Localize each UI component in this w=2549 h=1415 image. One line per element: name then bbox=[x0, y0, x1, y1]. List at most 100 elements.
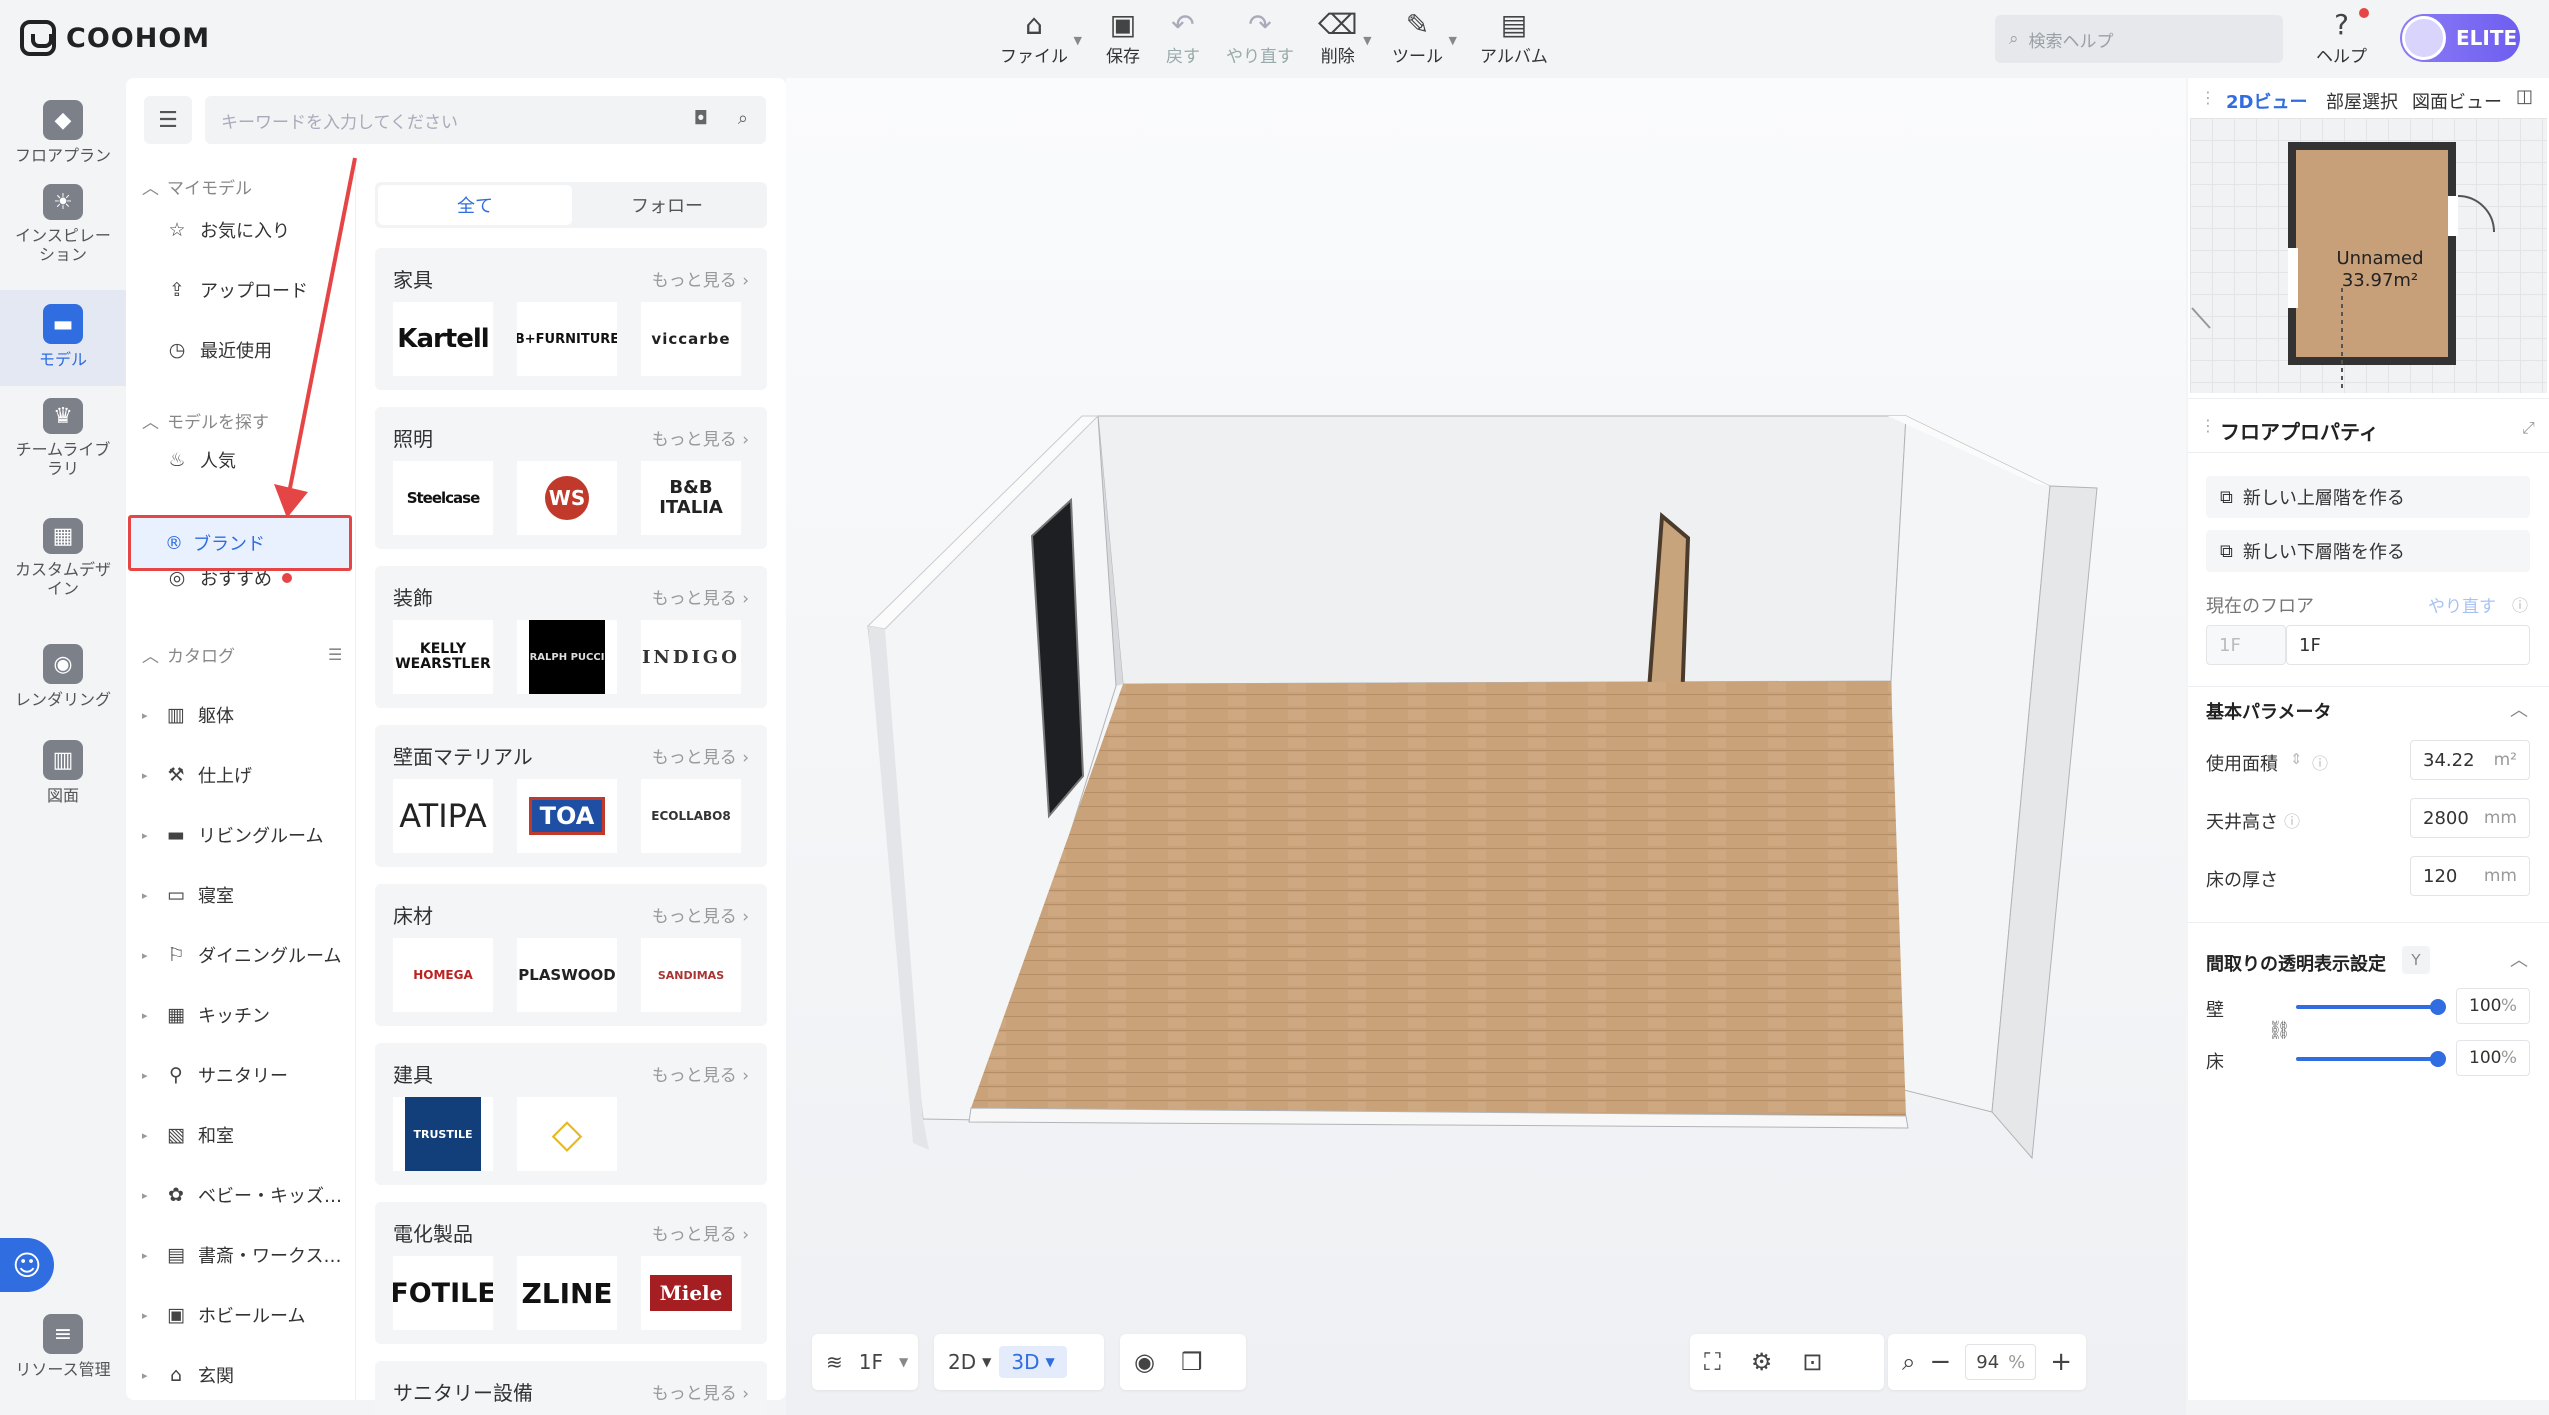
brand-logo[interactable]: TOA bbox=[517, 779, 617, 853]
redo-button[interactable]: ↷ やり直す bbox=[1226, 8, 1294, 68]
catalog-item[interactable]: ▸ ▬ リビングルーム bbox=[142, 815, 342, 855]
brand-logo[interactable]: ATIPA bbox=[393, 779, 493, 853]
catalog-item[interactable]: ▸ ⚲ サニタリー bbox=[142, 1055, 342, 1095]
brand-logo[interactable]: KELLY WEARSTLER bbox=[393, 620, 493, 694]
zoom-out-button[interactable]: − bbox=[1929, 1347, 1951, 1377]
floor-selector[interactable]: ≋ 1F ▼ bbox=[812, 1334, 918, 1390]
brand-logo[interactable]: B&B ITALIA bbox=[641, 461, 741, 535]
user-menu[interactable]: ELITE bbox=[2400, 14, 2520, 62]
tab-all[interactable]: 全て bbox=[378, 185, 572, 225]
wall-opacity-input[interactable]: 100% bbox=[2456, 988, 2530, 1024]
brand-logo[interactable]: FOTILE bbox=[393, 1256, 493, 1330]
zoom-search-icon[interactable]: ⌕ bbox=[1902, 1348, 1915, 1376]
drag-handle-icon[interactable]: ⋮ bbox=[2200, 88, 2216, 107]
catalog-item[interactable]: ▸ ▥ 躯体 bbox=[142, 695, 342, 735]
brand-logo[interactable]: viccarbe bbox=[641, 302, 741, 376]
catalog-item[interactable]: ▸ ▣ ホビールーム bbox=[142, 1295, 342, 1335]
3d-viewport[interactable]: ≋ 1F ▼ 2D ▼ 3D ▼ ◉ ❒ ⛶ ⚙ ⊡ ⌕ − 94% + bbox=[786, 78, 2186, 1415]
more-link[interactable]: もっと見る › bbox=[652, 1061, 749, 1086]
floor-thickness-input[interactable]: 120 mm bbox=[2410, 856, 2530, 896]
more-link[interactable]: もっと見る › bbox=[652, 1379, 749, 1404]
help-search-input[interactable]: ⌕ 検索ヘルプ bbox=[1995, 15, 2283, 63]
help-button[interactable]: ? ヘルプ bbox=[2316, 8, 2369, 68]
tools-menu-button[interactable]: ✎ ツール ▼ bbox=[1392, 8, 1457, 68]
view-3d-button[interactable]: 3D ▼ bbox=[999, 1346, 1067, 1378]
rail-item-floorplan[interactable]: ◆ フロアプラン bbox=[0, 90, 126, 170]
catalog-item[interactable]: ▸ ▧ 和室 bbox=[142, 1115, 342, 1155]
more-link[interactable]: もっと見る › bbox=[652, 1220, 749, 1245]
brand-logo[interactable]: Miele bbox=[641, 1256, 741, 1330]
catalog-item[interactable]: ▸ ⚒ 仕上げ bbox=[142, 755, 342, 795]
catalog-item[interactable]: ▸ ▦ キッチン bbox=[142, 995, 342, 1035]
catalog-item[interactable]: ▸ ▭ 寝室 bbox=[142, 875, 342, 915]
camera-search-icon[interactable]: ◘ bbox=[694, 108, 708, 129]
tab-room-select[interactable]: 部屋選択 bbox=[2326, 88, 2398, 114]
transparency-badge[interactable]: Y bbox=[2402, 946, 2430, 974]
delete-button[interactable]: ⌫ 削除 ▼ bbox=[1318, 8, 1372, 68]
fit-view-icon[interactable]: ⛶ bbox=[1704, 1348, 1721, 1376]
brand-logo[interactable]: Steelcase bbox=[393, 461, 493, 535]
brand-logo[interactable]: B+FURNITURE bbox=[517, 302, 617, 376]
expand-icon[interactable]: ⤢ bbox=[2522, 418, 2535, 438]
more-link[interactable]: もっと見る › bbox=[652, 743, 749, 768]
rail-item-drawing[interactable]: ▥ 図面 bbox=[0, 740, 126, 810]
rail-item-custom-design[interactable]: ▦ カスタムデザイン bbox=[0, 518, 126, 598]
tree-item-brand[interactable]: ® ブランド bbox=[128, 515, 352, 571]
wall-opacity-slider[interactable] bbox=[2296, 999, 2446, 1015]
section-my-models[interactable]: ︿ マイモデル bbox=[142, 174, 252, 199]
catalog-item[interactable]: ▸ ⚐ ダイニングルーム bbox=[142, 935, 342, 975]
logo[interactable]: COOHOM bbox=[20, 18, 210, 58]
floor-name-input[interactable]: 1F bbox=[2286, 625, 2530, 665]
zoom-input[interactable]: 94% bbox=[1965, 1344, 2037, 1380]
more-link[interactable]: もっと見る › bbox=[652, 584, 749, 609]
album-button[interactable]: ▤ アルバム bbox=[1480, 8, 1548, 68]
tab-2d-view[interactable]: 2Dビュー bbox=[2226, 88, 2307, 114]
area-input[interactable]: 34.22 m² bbox=[2410, 740, 2530, 780]
brand-logo[interactable]: SANDIMAS bbox=[641, 938, 741, 1012]
cube-icon[interactable]: ❒ bbox=[1181, 1348, 1203, 1376]
undo-button[interactable]: ↶ 戻す bbox=[1166, 8, 1200, 68]
filter-icon[interactable]: ☰ bbox=[328, 645, 342, 664]
brand-logo[interactable]: Kartell bbox=[393, 302, 493, 376]
brand-logo[interactable]: ZLINE bbox=[517, 1256, 617, 1330]
rail-item-rendering[interactable]: ◉ レンダリング bbox=[0, 644, 126, 714]
brand-logo[interactable]: RALPH PUCCI bbox=[517, 620, 617, 694]
brand-logo[interactable]: INDIGO bbox=[641, 620, 741, 694]
new-upper-floor-button[interactable]: ⧉ 新しい上層階を作る bbox=[2206, 476, 2530, 518]
eye-icon[interactable]: ◉ bbox=[1134, 1348, 1155, 1376]
focus-icon[interactable]: ⊡ bbox=[1802, 1348, 1822, 1376]
view-2d-button[interactable]: 2D ▼ bbox=[948, 1350, 991, 1374]
section-find-models[interactable]: ︿ モデルを探す bbox=[142, 408, 269, 433]
search-icon[interactable]: ⌕ bbox=[738, 108, 748, 129]
chat-button[interactable]: ☺ bbox=[0, 1238, 54, 1292]
resource-management-button[interactable]: ≡ リソース管理 bbox=[0, 1314, 126, 1384]
catalog-item[interactable]: ▸ ✿ ベビー・キッズ… bbox=[142, 1175, 342, 1215]
floorplan-minimap[interactable]: Unnamed 33.97m² bbox=[2190, 118, 2547, 393]
library-search-input[interactable]: キーワードを入力してください ◘ ⌕ bbox=[205, 96, 766, 144]
camera-settings-icon[interactable]: ⚙ bbox=[1751, 1348, 1773, 1376]
floor-opacity-slider[interactable] bbox=[2296, 1051, 2446, 1067]
zoom-in-button[interactable]: + bbox=[2050, 1347, 2072, 1377]
catalog-item[interactable]: ▸ ▤ 書斎・ワークス… bbox=[142, 1235, 342, 1275]
chevron-up-icon[interactable]: ︿ bbox=[2510, 696, 2528, 722]
chevron-up-icon[interactable]: ︿ bbox=[2510, 946, 2528, 972]
ceiling-height-input[interactable]: 2800 mm bbox=[2410, 798, 2530, 838]
collapse-tree-button[interactable]: ☰ bbox=[144, 96, 192, 144]
brand-logo[interactable]: ECOLLABO8 bbox=[641, 779, 741, 853]
panel-toggle-icon[interactable]: ◫ bbox=[2516, 86, 2533, 107]
rail-item-model[interactable]: ▬ モデル bbox=[0, 290, 126, 386]
catalog-item[interactable]: ▸ ⌂ 玄関 bbox=[142, 1355, 342, 1395]
file-menu-button[interactable]: ⌂ ファイル ▼ bbox=[1000, 8, 1082, 68]
brand-logo[interactable]: TRUSTILE bbox=[393, 1097, 493, 1171]
floor-opacity-input[interactable]: 100% bbox=[2456, 1040, 2530, 1076]
link-icon[interactable]: ⛓ bbox=[2268, 1020, 2291, 1041]
brand-logo[interactable]: WS bbox=[517, 461, 617, 535]
save-button[interactable]: ▣ 保存 bbox=[1106, 8, 1140, 68]
brand-logo[interactable]: HOMEGA bbox=[393, 938, 493, 1012]
sort-icon[interactable]: ⇕ bbox=[2290, 750, 2303, 768]
section-catalog[interactable]: ︿ カタログ ☰ bbox=[142, 642, 342, 667]
redo-link[interactable]: やり直す bbox=[2428, 592, 2496, 617]
brand-logo[interactable]: PLASWOOD bbox=[517, 938, 617, 1012]
rail-item-inspiration[interactable]: ☀ インスピレーション bbox=[0, 184, 126, 264]
drag-handle-icon[interactable]: ⋮ bbox=[2200, 416, 2216, 435]
